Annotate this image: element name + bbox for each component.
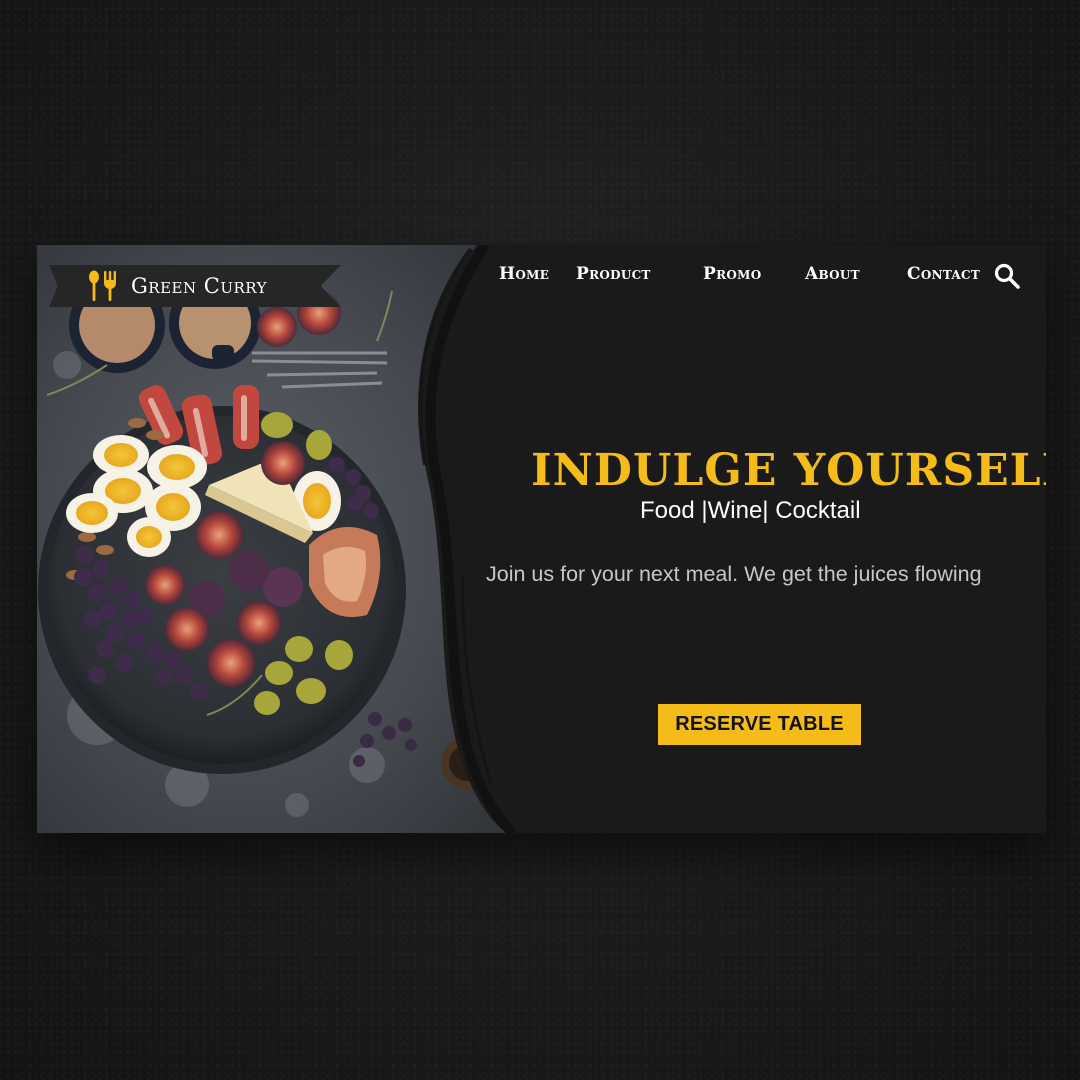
nav-contact[interactable]: Contact xyxy=(907,264,980,284)
nav-product[interactable]: Product xyxy=(576,264,651,284)
hero-subhead: Food |Wine| Cocktail xyxy=(640,497,861,524)
fork-spoon-icon xyxy=(89,270,116,301)
brush-stroke-divider xyxy=(418,245,527,833)
nav-home[interactable]: Home xyxy=(499,264,549,284)
search-icon[interactable] xyxy=(993,262,1021,290)
main-nav: Home Product Promo About Contact xyxy=(497,262,1027,292)
hero-headline: INDULGE YOURSELF xyxy=(531,445,1046,496)
nav-about[interactable]: About xyxy=(805,264,860,284)
hero-tagline: Join us for your next meal. We get the j… xyxy=(486,562,982,586)
brand-logo[interactable]: Green Curry xyxy=(49,265,341,307)
reserve-table-button[interactable]: RESERVE TABLE xyxy=(658,704,861,745)
nav-promo[interactable]: Promo xyxy=(703,264,761,284)
brand-name: Green Curry xyxy=(131,274,268,298)
website-mockup: Green Curry Home Product Promo About Con… xyxy=(37,245,1046,833)
